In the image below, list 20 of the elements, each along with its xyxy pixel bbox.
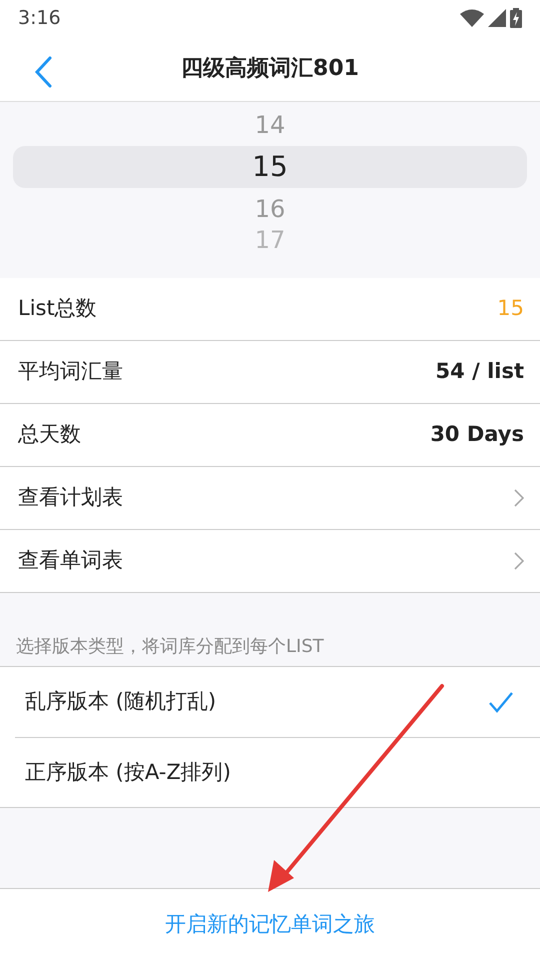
row-value: 15	[497, 295, 524, 322]
signal-icon	[488, 9, 506, 27]
checkmark-icon	[488, 691, 514, 713]
page-title: 四级高频词汇801	[181, 54, 359, 83]
wifi-icon	[460, 9, 484, 27]
section-caption: 选择版本类型，将词库分配到每个LIST	[15, 635, 325, 659]
chevron-icon	[514, 552, 524, 570]
version-option[interactable]: 正序版本 (按A-Z排列)	[15, 737, 540, 807]
row-label: List总数	[18, 295, 97, 322]
chevron-icon	[514, 489, 524, 507]
row-label: 平均词汇量	[18, 358, 123, 386]
row-label: 总天数	[18, 421, 81, 448]
battery-charging-icon	[510, 8, 522, 28]
row-value: 54 / list	[436, 358, 524, 386]
picker-option[interactable]: 15	[13, 146, 527, 188]
list-item[interactable]: 查看单词表	[0, 530, 540, 593]
status-time: 3:16	[18, 6, 61, 31]
list-item[interactable]: 查看计划表	[0, 467, 540, 530]
row-value: 30 Days	[430, 421, 524, 448]
version-option[interactable]: 乱序版本 (随机打乱)	[0, 667, 540, 737]
